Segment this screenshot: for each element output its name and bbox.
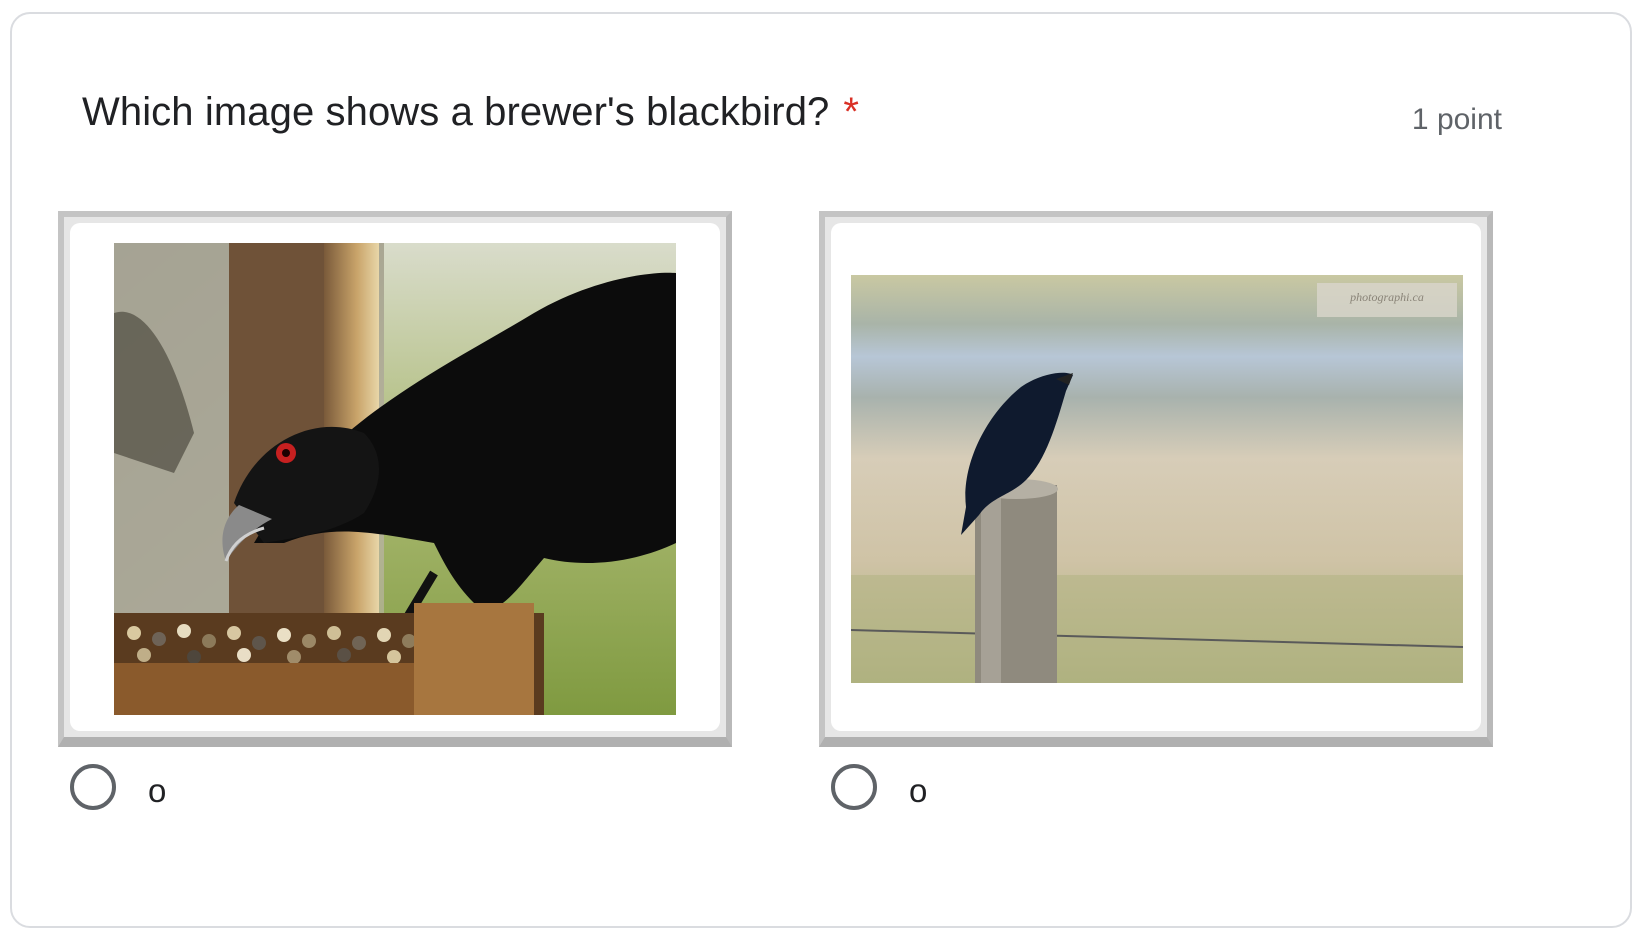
option-image-frame-2[interactable]: photographi.ca — [819, 211, 1493, 747]
points-label: 1 point — [1411, 103, 1502, 136]
question-text: Which image shows a brewer's blackbird? — [82, 90, 830, 134]
bird-at-feeder-photo — [114, 243, 676, 715]
option-radio-1[interactable] — [70, 764, 116, 810]
option-image-frame-1[interactable] — [58, 211, 732, 747]
bird-on-fence-post-photo: photographi.ca — [851, 275, 1463, 683]
option-radio-2[interactable] — [831, 764, 877, 810]
option-label-1: o — [148, 772, 167, 809]
option-label-2: o — [909, 772, 928, 809]
question-title: Which image shows a brewer's blackbird? * — [82, 90, 859, 135]
option-image-card-2: photographi.ca — [831, 223, 1481, 731]
option-image-card-1 — [70, 223, 720, 731]
watermark-text: photographi.ca — [1349, 290, 1424, 304]
question-card: Which image shows a brewer's blackbird? *… — [10, 12, 1632, 928]
required-marker: * — [843, 90, 860, 134]
